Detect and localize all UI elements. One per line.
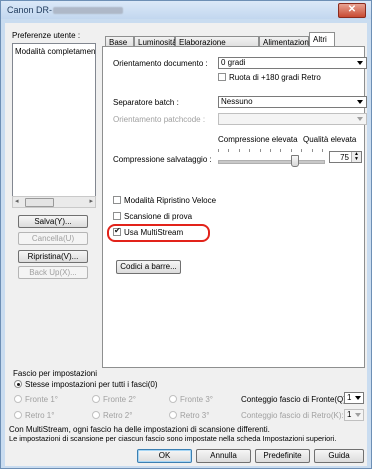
title-obscured-text xyxy=(53,7,124,15)
front3-label: Fronte 3° xyxy=(180,395,213,404)
slider-tick xyxy=(280,149,281,152)
dialog-content: Preferenze utente : Modalità completamen… xyxy=(5,23,367,466)
backup-button[interactable]: Back Up(X)... xyxy=(18,266,88,279)
compression-slider[interactable] xyxy=(218,149,325,167)
quality-high-label: Qualità elevata xyxy=(303,135,357,144)
help-button[interactable]: Guida xyxy=(314,449,364,463)
scroll-right-icon[interactable]: ▸ xyxy=(89,197,93,205)
restore-button[interactable]: Ripristina(V)... xyxy=(18,250,88,263)
front-count-value: 1 xyxy=(347,393,352,402)
chevron-down-icon xyxy=(355,396,361,400)
list-item[interactable]: Modalità completament xyxy=(15,47,95,56)
back3-radio[interactable] xyxy=(169,411,177,419)
slider-tick xyxy=(291,149,292,152)
compression-value: 75 xyxy=(340,153,349,162)
back2-radio[interactable] xyxy=(92,411,100,419)
orientation-label: Orientamento documento : xyxy=(113,59,208,68)
chevron-down-icon xyxy=(357,100,363,104)
batch-separator-select[interactable]: Nessuno xyxy=(218,96,367,108)
slider-thumb[interactable] xyxy=(291,155,299,167)
close-icon: ✕ xyxy=(347,4,357,15)
front-count-label: Conteggio fascio di Fronte(Q): xyxy=(241,395,349,404)
slider-tick xyxy=(260,149,261,152)
spin-arrows-icon[interactable]: ▲ ▼ xyxy=(351,152,361,162)
ok-button[interactable]: OK xyxy=(137,449,192,463)
batch-separator-label: Separatore batch : xyxy=(113,98,179,107)
front2-label: Fronte 2° xyxy=(103,395,136,404)
front2-radio[interactable] xyxy=(92,395,100,403)
cancel-button[interactable]: Annulla xyxy=(196,449,251,463)
back1-label: Retro 1° xyxy=(25,411,55,420)
back3-label: Retro 3° xyxy=(180,411,210,420)
scroll-thumb[interactable] xyxy=(25,198,54,207)
delete-button[interactable]: Cancella(U) xyxy=(18,232,88,245)
slider-tick xyxy=(322,149,323,152)
multistream-checkbox[interactable] xyxy=(113,226,121,236)
back-count-select[interactable]: 1 xyxy=(344,409,364,421)
compression-spinbox[interactable]: 75 ▲ ▼ xyxy=(329,151,362,163)
chevron-down-icon xyxy=(355,413,361,417)
test-scan-label: Scansione di prova xyxy=(124,212,193,221)
chevron-down-icon xyxy=(357,117,363,121)
close-button[interactable]: ✕ xyxy=(338,3,366,18)
title-bar[interactable]: Canon DR- ✕ xyxy=(1,1,371,19)
info-line-2: Le impostazioni di scansione per ciascun… xyxy=(9,434,337,443)
save-button[interactable]: Salva(Y)... xyxy=(18,215,88,228)
slider-tick xyxy=(301,149,302,152)
patchcode-orientation-label: Orientamento patchcode : xyxy=(113,115,206,124)
rotate-back-checkbox[interactable] xyxy=(218,73,226,81)
back-count-label: Conteggio fascio di Retro(K): xyxy=(241,411,344,420)
rapid-recovery-label: Modalità Ripristino Veloce xyxy=(124,196,217,205)
front1-radio[interactable] xyxy=(14,395,22,403)
multistream-label: Usa MultiStream xyxy=(124,228,184,237)
dialog-window: Canon DR- ✕ Preferenze utente : Modalità… xyxy=(0,0,372,469)
chevron-down-icon xyxy=(357,61,363,65)
orientation-select[interactable]: 0 gradi xyxy=(218,57,367,69)
slider-tick xyxy=(270,149,271,152)
tab-panel-other: Orientamento documento : 0 gradi Ruota d… xyxy=(102,46,367,368)
preferences-list[interactable]: Modalità completament xyxy=(12,43,96,197)
front-count-select[interactable]: 1 xyxy=(344,392,364,404)
same-settings-label: Stesse impostazioni per tutti i fasci(0) xyxy=(25,380,158,389)
slider-tick xyxy=(218,149,219,152)
slider-tick xyxy=(249,149,250,152)
same-settings-radio[interactable] xyxy=(14,380,22,388)
slider-tick xyxy=(312,149,313,152)
list-horizontal-scrollbar[interactable]: ◂ ▸ xyxy=(12,196,96,208)
front1-label: Fronte 1° xyxy=(25,395,58,404)
tab-other[interactable]: Altri xyxy=(309,32,335,46)
window-title: Canon DR- xyxy=(7,5,124,15)
slider-track xyxy=(218,160,325,164)
info-line-1: Con MultiStream, ogni fascio ha delle im… xyxy=(9,425,270,434)
slider-tick xyxy=(228,149,229,152)
test-scan-checkbox[interactable] xyxy=(113,212,121,220)
compression-high-label: Compressione elevata xyxy=(218,135,298,144)
front3-radio[interactable] xyxy=(169,395,177,403)
patchcode-orientation-select[interactable] xyxy=(218,113,367,125)
barcode-button[interactable]: Codici a barre... xyxy=(116,260,181,274)
compression-label: Compressione salvataggio : xyxy=(113,155,212,164)
scroll-left-icon[interactable]: ◂ xyxy=(15,197,19,205)
batch-section-title: Fascio per impostazioni xyxy=(13,369,98,378)
slider-tick xyxy=(239,149,240,152)
back2-label: Retro 2° xyxy=(103,411,133,420)
slider-ticks xyxy=(218,149,323,153)
defaults-button[interactable]: Predefinite xyxy=(255,449,310,463)
orientation-value: 0 gradi xyxy=(221,58,246,67)
rapid-recovery-checkbox[interactable] xyxy=(113,196,121,204)
back1-radio[interactable] xyxy=(14,411,22,419)
back-count-value: 1 xyxy=(347,410,352,419)
batch-separator-value: Nessuno xyxy=(221,97,253,106)
rotate-back-label: Ruota di +180 gradi Retro xyxy=(229,73,321,82)
preferences-label: Preferenze utente : xyxy=(12,31,81,40)
